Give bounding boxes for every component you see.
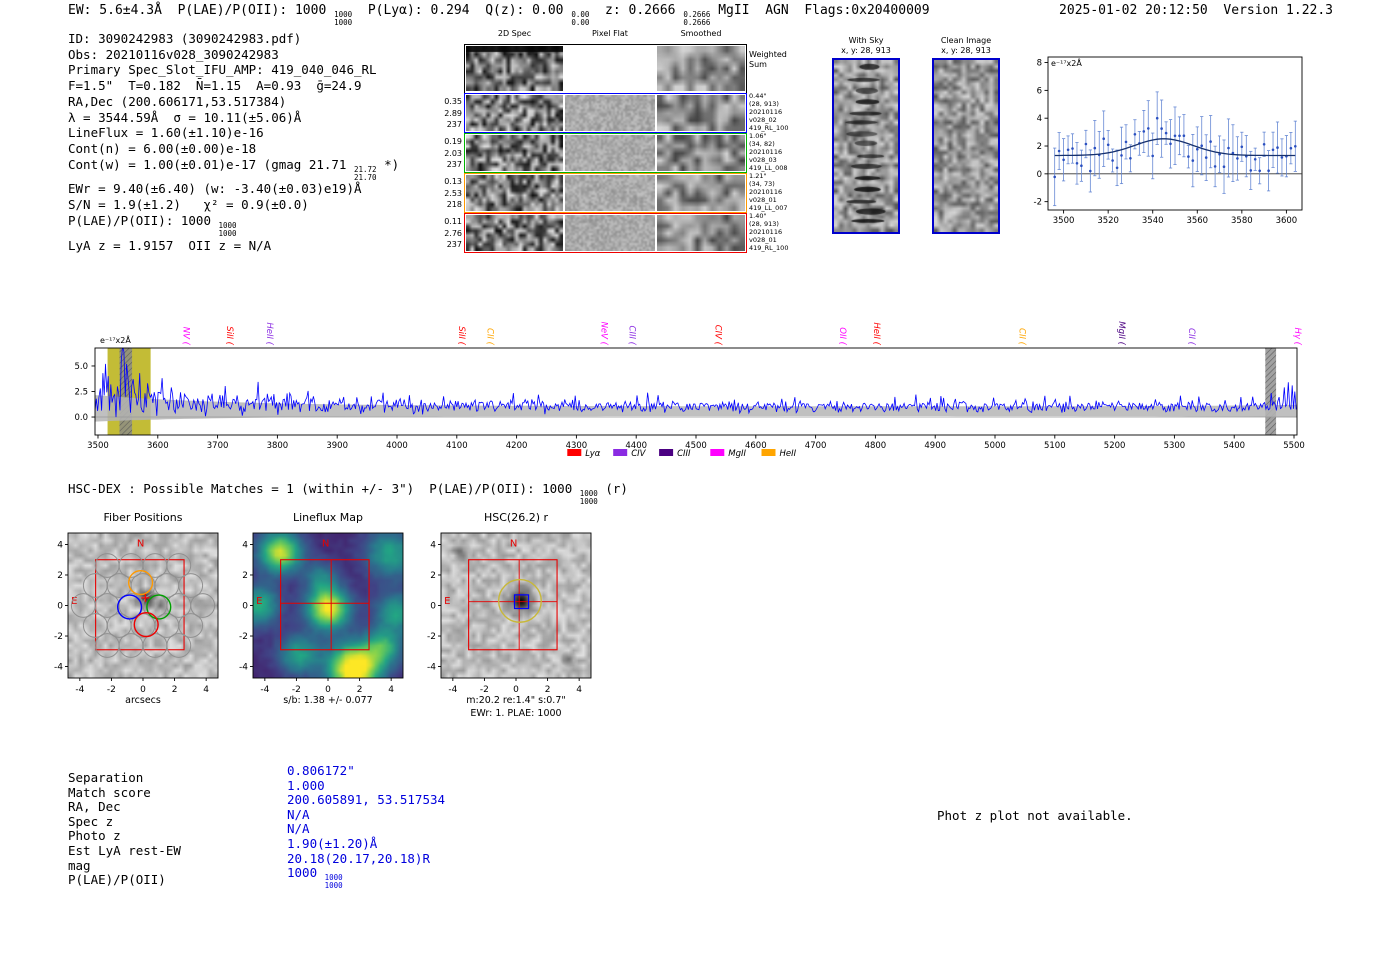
text-segment: 20.18(20.17,20.18)R	[287, 850, 430, 866]
photz-note: Phot z plot not available.	[937, 808, 1133, 823]
text-segment: 1.000	[287, 777, 325, 793]
text-segment: 200.605891, 53.517534	[287, 792, 446, 808]
match-row-value: 200.605891, 53.517534	[287, 792, 445, 807]
text-segment: 1.90(±1.20)Å	[287, 836, 378, 851]
match-row-label: Separation	[68, 770, 144, 785]
match-row-value: 1000 1000 1000	[287, 865, 343, 890]
match-row-value: N/A	[287, 807, 310, 822]
match-row-value: 0.806172"	[287, 763, 355, 778]
match-row-label: P(LAE)/P(OII)	[68, 872, 166, 888]
match-row-label: Photo z	[68, 828, 121, 844]
elixer-report-page: EW: 5.6±4.3Å P(LAE)/P(OII): 1000 1000 100…	[0, 0, 1400, 953]
stacked-fraction: 1000 1000	[324, 873, 343, 891]
match-row-value: 1.90(±1.20)Å	[287, 836, 377, 851]
match-row-value: N/A	[287, 821, 310, 836]
match-table: Separation 0.806172" Match score 1.000 RA, D…	[0, 0, 1400, 953]
text-segment: 0.806172"	[287, 763, 355, 778]
match-row-label: Match score	[68, 784, 151, 800]
match-row-label: Est LyA rest-EW	[68, 843, 181, 858]
match-row-label: RA, Dec	[68, 799, 121, 815]
text-segment: N/A	[287, 821, 310, 837]
match-row-value: 1.000	[287, 778, 325, 793]
text-segment: 1000	[287, 865, 325, 881]
text-segment: N/A	[287, 806, 310, 822]
match-row-label: Spec z	[68, 813, 114, 829]
match-row-label: mag	[68, 857, 91, 873]
match-row-value: 20.18(20.17,20.18)R	[287, 851, 430, 866]
